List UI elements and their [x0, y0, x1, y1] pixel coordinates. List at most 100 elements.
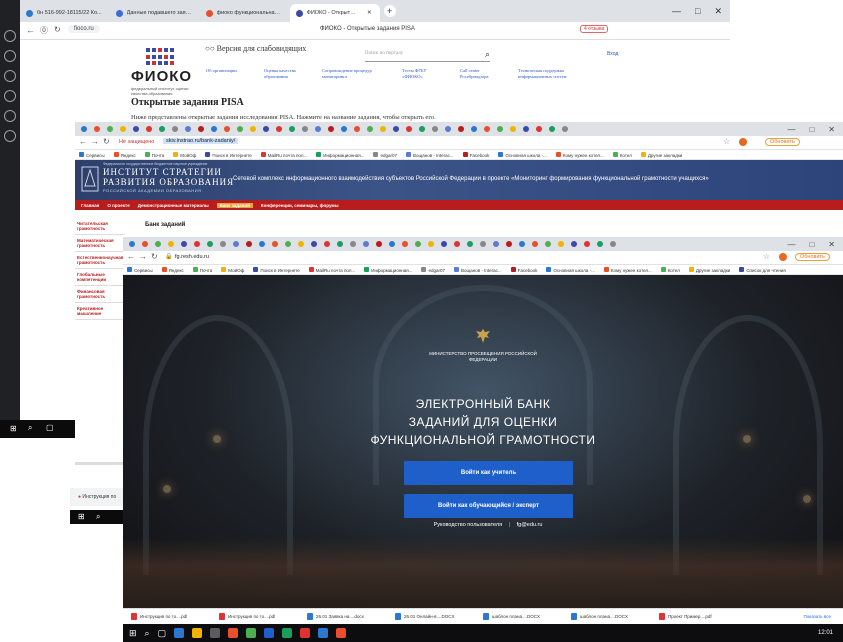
sidebar-item-creative[interactable]: Креативное мышление	[75, 303, 125, 320]
mini-tab[interactable]	[157, 125, 167, 134]
mini-tab[interactable]	[391, 125, 401, 134]
close-window-icon[interactable]: ✕	[828, 125, 835, 134]
bookmark-item[interactable]: MailRu почта пол...	[260, 151, 307, 158]
bookmark-item[interactable]: Список для чтения	[739, 266, 786, 273]
profile-icon[interactable]	[739, 138, 747, 146]
search-icon[interactable]: ⌕	[96, 512, 100, 522]
download-item[interactable]: Инструкция по то....pdf	[131, 613, 213, 620]
mini-tab[interactable]	[413, 240, 423, 249]
menu-item-conferences[interactable]: Конференции, семинары, форумы	[261, 203, 339, 208]
windows-icon[interactable]: ⊞	[78, 512, 85, 521]
mini-tab[interactable]	[530, 240, 540, 249]
download-item[interactable]: шаблон плана....DOCX	[571, 613, 653, 620]
maximize-icon[interactable]: □	[695, 6, 700, 17]
mini-tab[interactable]	[313, 125, 323, 134]
mini-tab[interactable]	[335, 240, 345, 249]
minimize-icon[interactable]: —	[787, 240, 795, 249]
profile-icon[interactable]	[779, 253, 787, 261]
bookmark-item[interactable]: Вощанов - Interac...	[406, 151, 454, 158]
back-icon[interactable]: ←	[127, 252, 135, 261]
bookmark-item[interactable]: MailRu почта пол...	[308, 266, 355, 273]
close-window-icon[interactable]: ✕	[714, 6, 722, 17]
outlook-icon[interactable]	[318, 628, 329, 638]
mini-tab[interactable]	[430, 125, 440, 134]
mini-tab[interactable]	[582, 240, 592, 249]
login-student-button[interactable]: Войти как обучающийся / эксперт	[404, 494, 573, 518]
tab-active[interactable]: ФИОКО - Открытые за... ✕	[289, 4, 380, 22]
nav-item[interactable]: Техническая поддержка информационных сис…	[518, 68, 588, 79]
mini-tab[interactable]	[248, 125, 258, 134]
mini-tab[interactable]	[127, 240, 137, 249]
mini-tab[interactable]	[92, 125, 102, 134]
task-view-icon[interactable]: ▢	[158, 628, 167, 639]
bookmark-item[interactable]: Кому нужен котел...	[603, 266, 652, 273]
search-icon[interactable]: ⌕	[485, 49, 490, 60]
mini-tab[interactable]	[556, 240, 566, 249]
show-all-downloads[interactable]: Показать все	[804, 614, 843, 619]
search-icon[interactable]: ⌕	[28, 423, 32, 433]
bookmark-item[interactable]: Вощанов - Interac...	[454, 266, 502, 273]
pdf-reader-icon[interactable]	[300, 628, 311, 638]
mini-tab[interactable]	[235, 125, 245, 134]
mini-tab[interactable]	[287, 125, 297, 134]
mini-tab[interactable]	[439, 240, 449, 249]
mini-tab[interactable]	[348, 240, 358, 249]
mini-tab[interactable]	[205, 240, 215, 249]
bookmark-item[interactable]: Основная школа -...	[498, 151, 547, 158]
mini-tab[interactable]	[326, 125, 336, 134]
mini-tab[interactable]	[608, 240, 618, 249]
nav-item[interactable]: Тесты ФГБУ «ФИОКО»	[402, 68, 442, 79]
clock-icon[interactable]	[4, 70, 16, 82]
update-button[interactable]: Обновить	[765, 138, 800, 146]
download-item[interactable]: Проект Пример....pdf	[659, 613, 741, 620]
mini-tab[interactable]	[534, 125, 544, 134]
mini-tab[interactable]	[300, 125, 310, 134]
download-item[interactable]: Инструкция по то....pdf	[219, 613, 301, 620]
mini-tab[interactable]	[452, 240, 462, 249]
update-button[interactable]: Обновить	[795, 253, 830, 261]
forward-icon[interactable]: ⓪	[40, 25, 48, 36]
bookmark-item[interactable]: Поиск в Интернете	[253, 266, 300, 273]
bookmark-item[interactable]: Другие закладки	[640, 151, 682, 158]
tab[interactable]: Данные подавшего заяв...	[110, 4, 200, 22]
back-icon[interactable]: ←	[79, 137, 87, 146]
mini-tab[interactable]	[261, 125, 271, 134]
mini-tab[interactable]	[140, 240, 150, 249]
bookmark-item[interactable]: Основная школа -...	[546, 266, 595, 273]
login-link[interactable]: Вход	[607, 51, 618, 57]
mini-tab[interactable]	[192, 240, 202, 249]
bookmark-item[interactable]: Котел	[612, 151, 632, 158]
mini-tab[interactable]	[547, 125, 557, 134]
bookmark-item[interactable]: Информационная...	[364, 266, 412, 273]
mini-tab[interactable]	[283, 240, 293, 249]
bookmark-item[interactable]: МойОф	[221, 266, 244, 273]
mini-tab[interactable]	[417, 125, 427, 134]
mini-tab[interactable]	[504, 240, 514, 249]
bookmark-item[interactable]: Информационная...	[316, 151, 364, 158]
mini-tab[interactable]	[456, 125, 466, 134]
download-item[interactable]: 26.01 Заявка на....docx	[307, 613, 389, 620]
download-icon[interactable]	[4, 90, 16, 102]
bookmark-item[interactable]: Сервисы	[127, 266, 153, 273]
star-icon[interactable]	[4, 50, 16, 62]
bookmark-item[interactable]: Поиск в Интернете	[205, 151, 252, 158]
bookmark-item[interactable]: Почта	[192, 266, 212, 273]
search-icon[interactable]: ⌕	[145, 628, 150, 639]
mini-tab[interactable]	[469, 125, 479, 134]
sidebar-item-reading[interactable]: Читательская грамотность	[75, 218, 125, 235]
sidebar-item-science[interactable]: Естественнонаучная грамотность	[75, 252, 125, 269]
menu-item-about[interactable]: О проекте	[107, 203, 129, 208]
mini-tab[interactable]	[131, 125, 141, 134]
mini-tab[interactable]	[374, 240, 384, 249]
url-field[interactable]: fg.resh.edu.ru	[175, 254, 209, 260]
star-icon[interactable]: ☆	[723, 137, 730, 146]
url-field[interactable]: skiv.instrao.ru/bank-zadaniy/	[163, 138, 239, 144]
mini-tab[interactable]	[270, 240, 280, 249]
minimize-icon[interactable]: —	[787, 125, 795, 134]
mini-tab[interactable]	[153, 240, 163, 249]
menu-item-bank[interactable]: Банк заданий	[216, 202, 253, 208]
low-vision-link[interactable]: ○○ Версия для слабовидящих	[205, 44, 306, 53]
nav-item[interactable]: Об организации	[206, 68, 246, 79]
bookmark-item[interactable]: Яндекс	[161, 266, 184, 273]
mini-tab[interactable]	[560, 125, 570, 134]
